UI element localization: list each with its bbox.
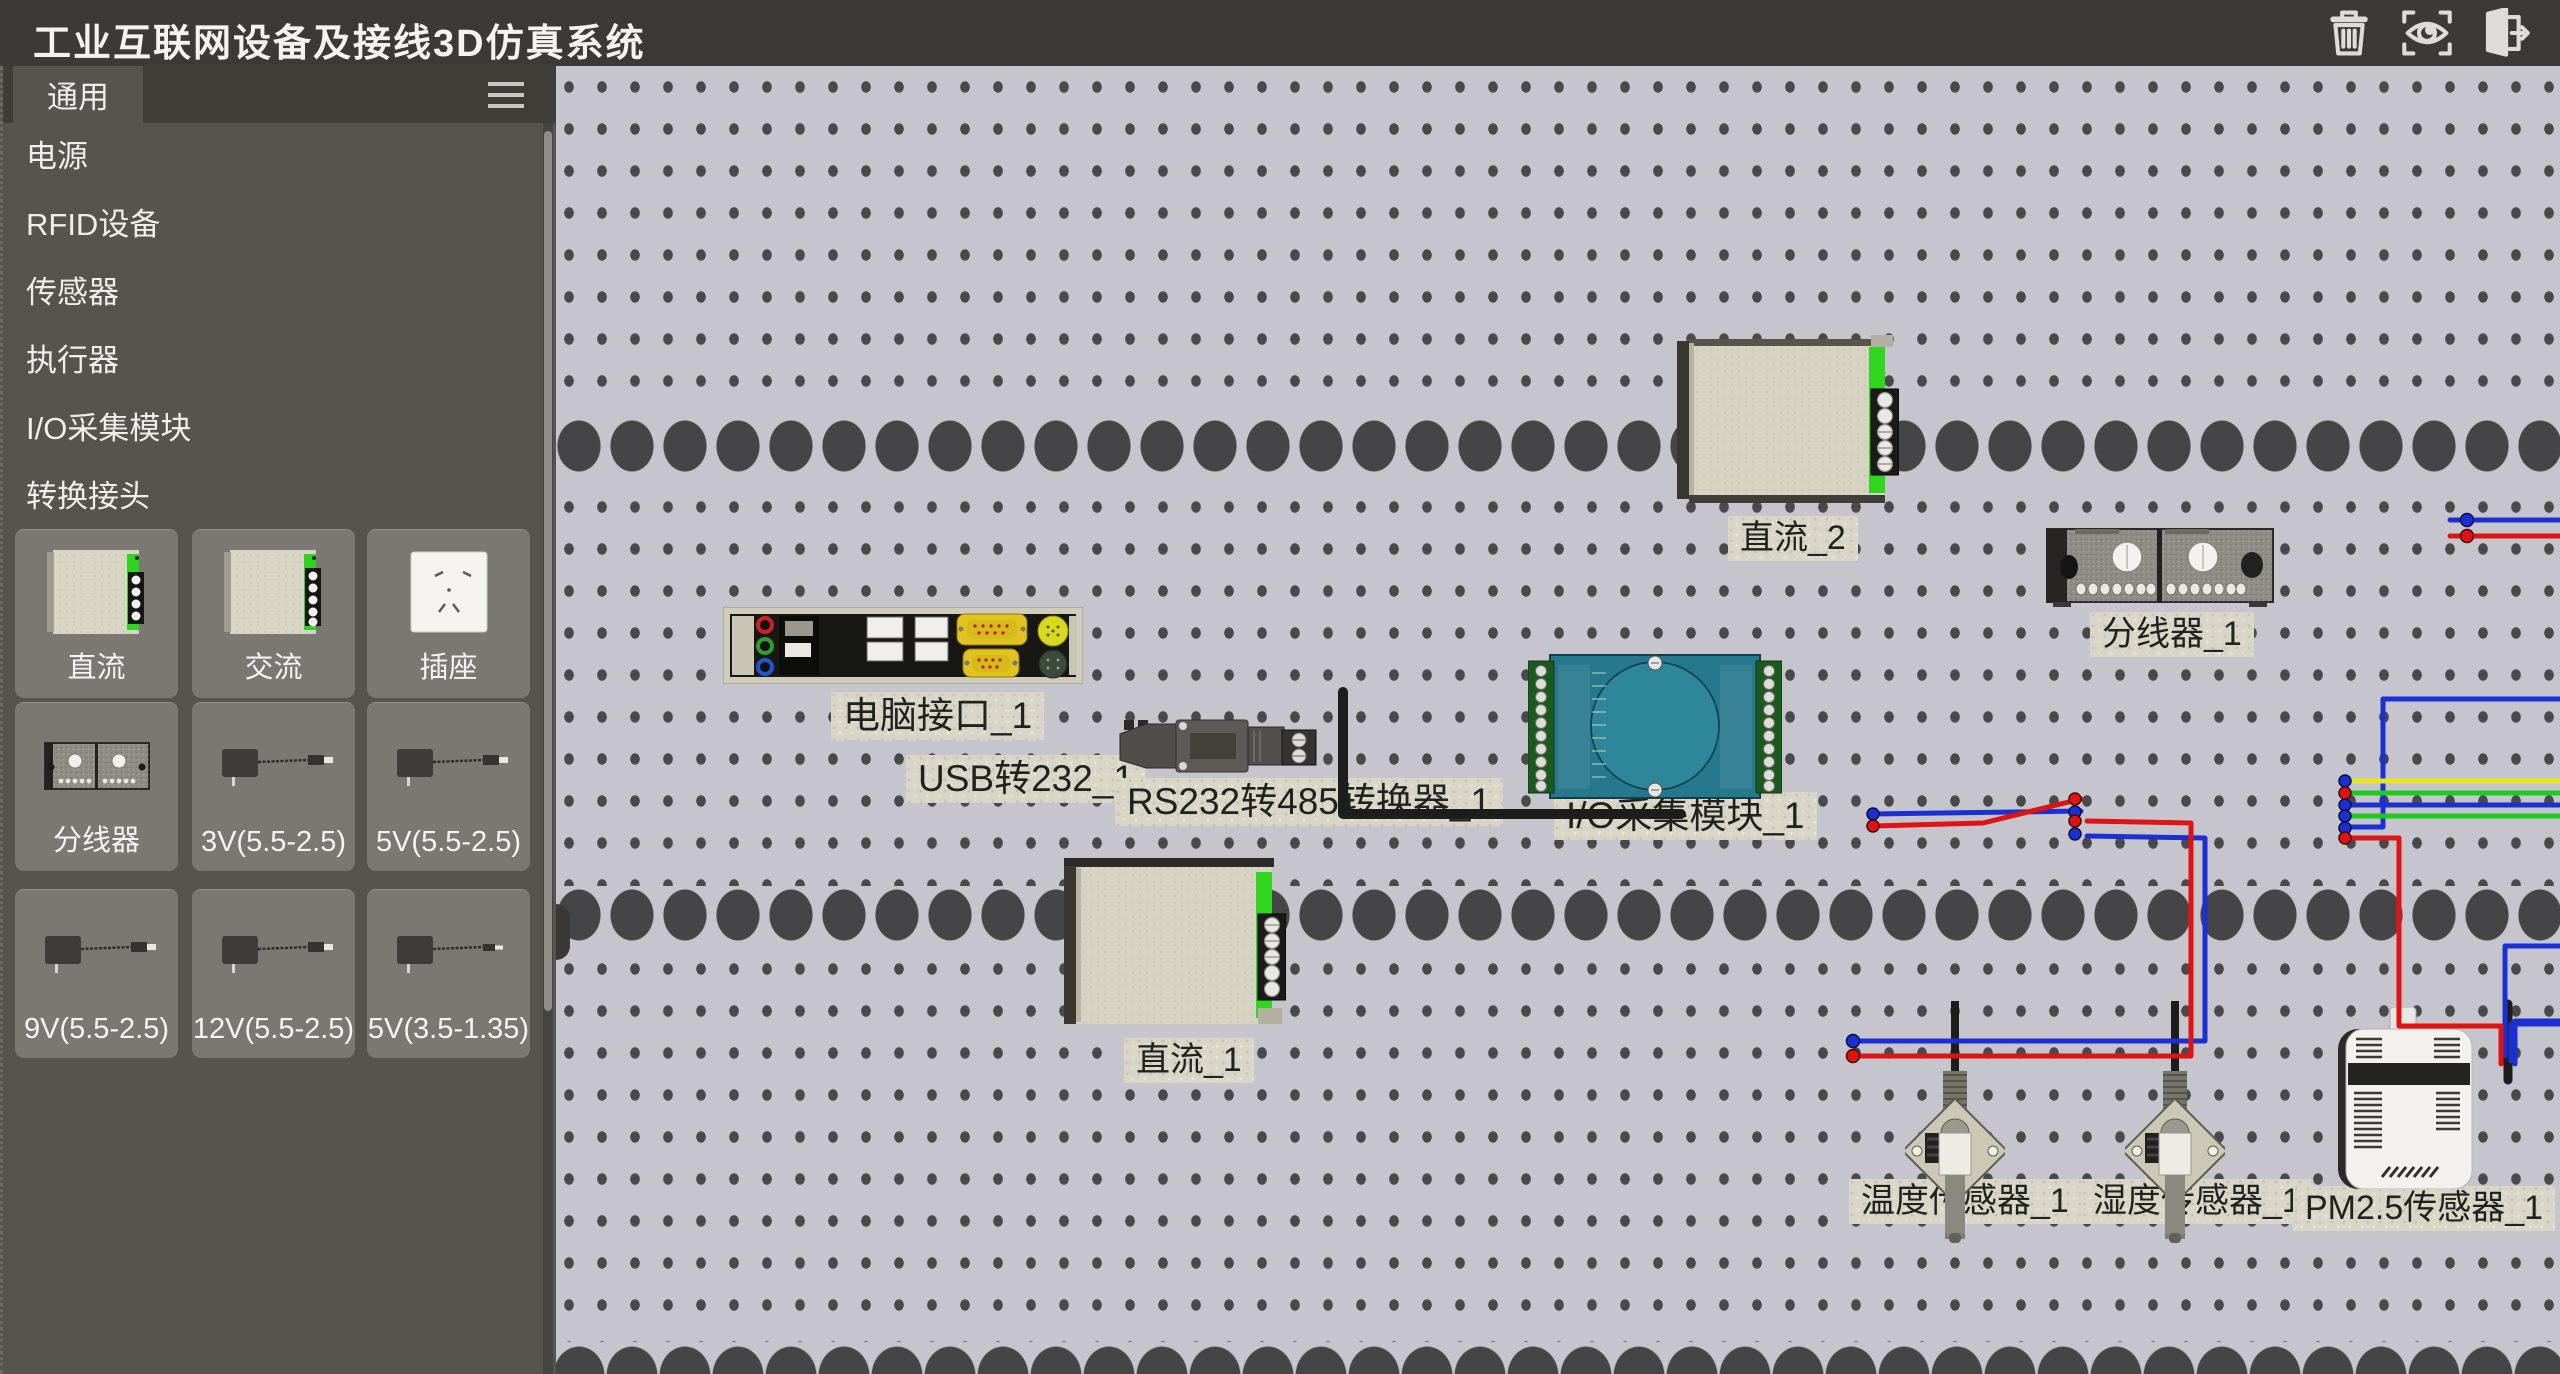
splitter-thumbnail: [15, 711, 178, 821]
palette-item-dc[interactable]: 直流: [15, 529, 178, 698]
sidebar-scrollbar[interactable]: [543, 123, 553, 1374]
red-connector-dots: [1847, 530, 2560, 1063]
wire-blue: [2515, 676, 2560, 1064]
adapter-thumbnail: [15, 898, 178, 1008]
palette-item-label: 12V(5.5-2.5): [192, 1013, 355, 1046]
sidebar-item-rfid[interactable]: RFID设备: [3, 191, 543, 259]
device-dc-power-2[interactable]: [1673, 333, 1899, 507]
dc-psu-thumbnail: [15, 538, 178, 648]
pegboard-hole-row: [553, 886, 2560, 944]
adapter-thumbnail: [367, 898, 530, 1008]
wire-blue: [1873, 811, 2081, 814]
adapter-thumbnail: [367, 711, 530, 821]
palette-item-socket[interactable]: 插座: [367, 529, 530, 698]
exit-icon[interactable]: [2476, 8, 2534, 58]
io-module-graphic: [1528, 653, 1782, 800]
wire-red: [1873, 799, 2081, 826]
pegboard-hole-row: [553, 417, 2560, 475]
palette-item-3v-adapter[interactable]: 3V(5.5-2.5): [192, 702, 355, 871]
sidebar-item-sensor[interactable]: 传感器: [3, 259, 543, 327]
sidebar-item-actuator[interactable]: 执行器: [3, 327, 543, 395]
sidebar-item-io-module[interactable]: I/O采集模块: [3, 395, 543, 463]
splitter-graphic: [2045, 523, 2275, 608]
wire-blue: [2345, 676, 2560, 827]
adapter-thumbnail: [192, 711, 355, 821]
app-title: 工业互联网设备及接线3D仿真系统: [33, 12, 646, 67]
palette-item-label: 插座: [367, 644, 530, 686]
device-label-pc: 电脑接口_1: [831, 692, 1044, 740]
device-pc-interface[interactable]: [723, 607, 1083, 684]
palette-item-12v-adapter[interactable]: 12V(5.5-2.5): [192, 889, 355, 1058]
palette-item-label: 分线器: [15, 817, 178, 859]
pm25-graphic: [2338, 1007, 2476, 1189]
tab-general[interactable]: 通用: [13, 66, 143, 123]
sidebar-item-power[interactable]: 电源: [3, 123, 543, 191]
sidebar-item-adapter[interactable]: 转换接头: [3, 463, 543, 531]
converter-graphic: [1118, 718, 1318, 774]
adapter-thumbnail: [192, 898, 355, 1008]
palette-item-5v-slim-adapter[interactable]: 5V(3.5-1.35): [367, 889, 530, 1058]
view-focus-icon[interactable]: [2398, 8, 2456, 58]
top-bar: 工业互联网设备及接线3D仿真系统: [0, 0, 2560, 66]
device-label-dc1: 直流_1: [1124, 1038, 1254, 1083]
device-io-module[interactable]: [1528, 653, 1782, 800]
simulation-board[interactable]: 直流_2 电脑接口_1 USB转232_1 RS232转485转换器_1 I/O…: [553, 66, 2560, 1374]
device-label-usb232: USB转232_1: [906, 755, 1146, 803]
palette-item-label: 5V(3.5-1.35): [367, 1013, 530, 1046]
wire-blue: [2505, 676, 2560, 1056]
app-window: 工业互联网设备及接线3D仿真系统 通用 电源: [0, 0, 2560, 1374]
trash-icon[interactable]: [2320, 8, 2378, 58]
wire-blue: [2450, 520, 2560, 587]
socket-thumbnail: [367, 538, 530, 648]
wire-red: [2450, 536, 2560, 587]
device-humidity-sensor[interactable]: [2125, 1001, 2225, 1251]
device-label-dc2: 直流_2: [1728, 516, 1858, 561]
palette-item-label: 3V(5.5-2.5): [192, 826, 355, 859]
device-rs232-485-converter[interactable]: [1118, 718, 1318, 774]
ac-psu-thumbnail: [192, 538, 355, 648]
palette-item-splitter[interactable]: 分线器: [15, 702, 178, 871]
palette-item-label: 交流: [192, 644, 355, 686]
palette-item-label: 直流: [15, 644, 178, 686]
device-label-splitter: 分线器_1: [2090, 612, 2254, 657]
dc-psu-graphic: [1060, 858, 1286, 1032]
device-pm25-sensor[interactable]: [2338, 1007, 2476, 1189]
category-menu: 电源 RFID设备 传感器 执行器 I/O采集模块 转换接头: [3, 123, 543, 531]
pc-panel-graphic: [723, 607, 1083, 684]
probe-sensor-graphic: [1905, 1001, 2005, 1251]
sidebar-header: 通用: [3, 66, 556, 123]
probe-sensor-graphic: [2125, 1001, 2225, 1251]
device-label-pm25: PM2.5传感器_1: [2293, 1186, 2555, 1231]
palette-item-5v-adapter[interactable]: 5V(5.5-2.5): [367, 702, 530, 871]
device-dc-power-1[interactable]: [1060, 858, 1286, 1032]
hamburger-icon[interactable]: [488, 82, 524, 108]
palette-item-ac[interactable]: 交流: [192, 529, 355, 698]
scrollbar-thumb[interactable]: [544, 131, 552, 1011]
pegboard-hole-row: [553, 1342, 2560, 1374]
palette-item-label: 9V(5.5-2.5): [15, 1013, 178, 1046]
device-splitter[interactable]: [2045, 523, 2275, 608]
device-temperature-sensor[interactable]: [1905, 1001, 2005, 1251]
wire-blue: [2511, 676, 2560, 1061]
device-label-rs232: RS232转485转换器_1: [1115, 778, 1503, 826]
dc-psu-graphic: [1673, 333, 1899, 507]
palette-item-9v-adapter[interactable]: 9V(5.5-2.5): [15, 889, 178, 1058]
palette-item-label: 5V(5.5-2.5): [367, 826, 530, 859]
sidebar: 通用 电源 RFID设备 传感器 执行器 I/O采集模块 转换接头: [0, 66, 556, 1374]
